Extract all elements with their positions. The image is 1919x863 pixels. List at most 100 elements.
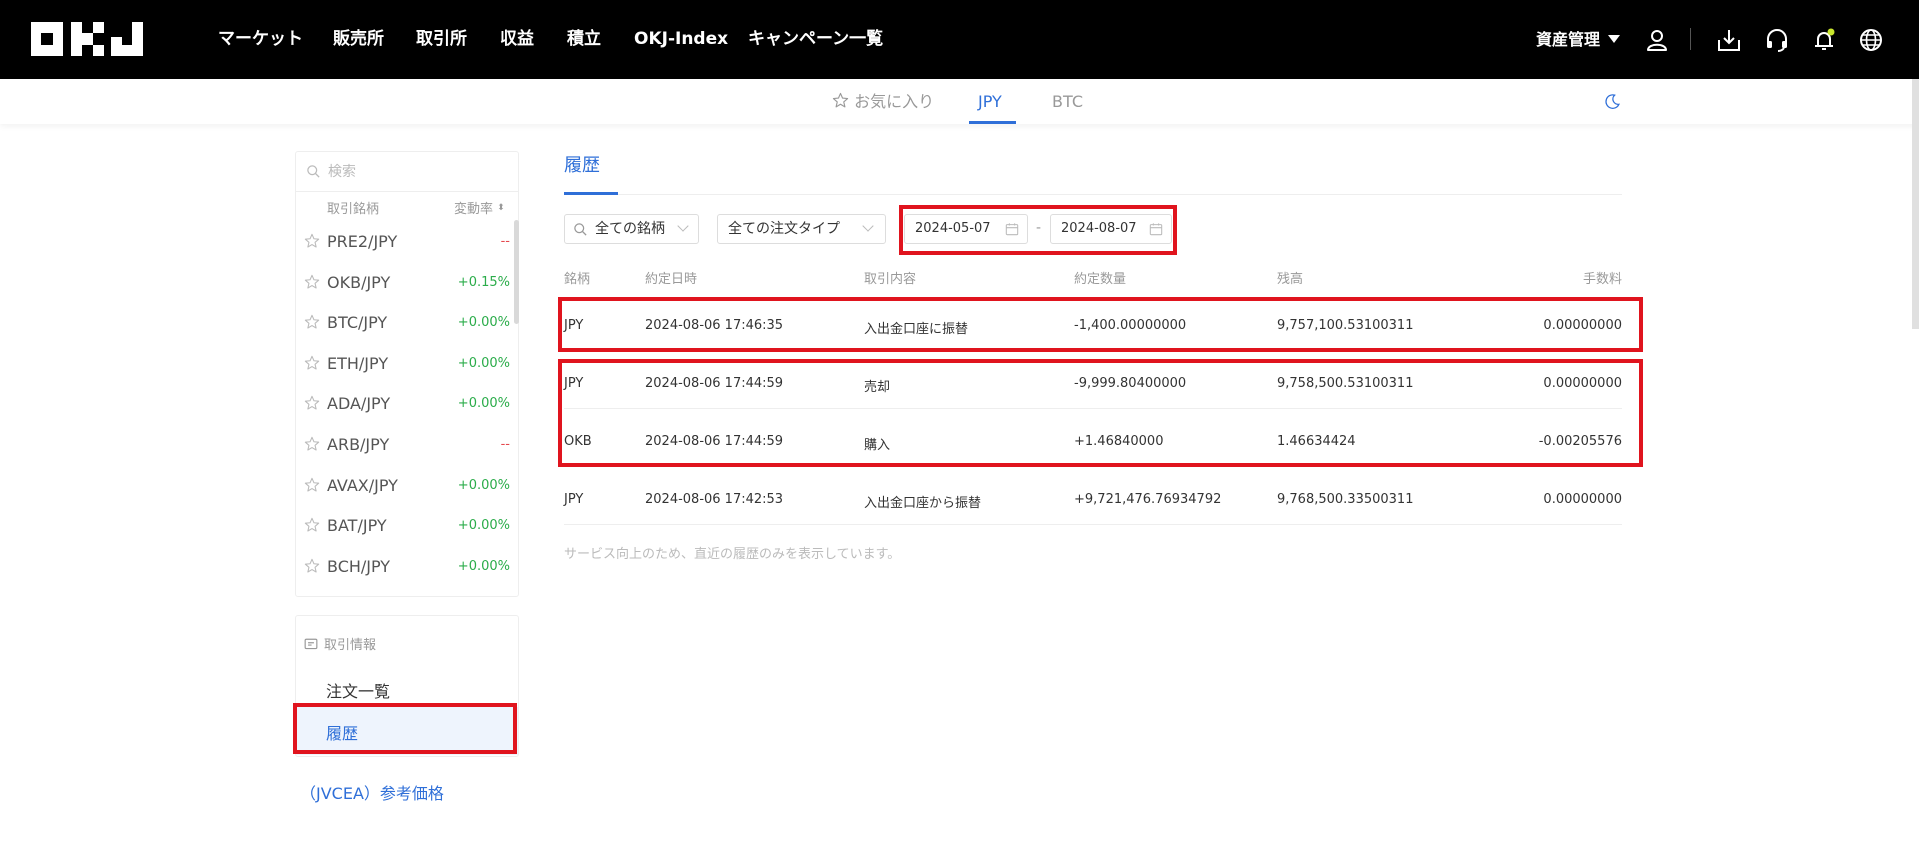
tab-btc[interactable]: BTC [1052, 79, 1083, 124]
nav-okj-index[interactable]: OKJ-Index [634, 0, 728, 79]
message-box-icon [304, 638, 318, 650]
nav-earn[interactable]: 収益 [500, 0, 534, 79]
market-change: -- [500, 234, 510, 249]
market-change: +0.00% [457, 558, 510, 574]
order-type-filter-select[interactable]: 全ての注文タイプ [717, 214, 886, 244]
column-header-change-label: 変動率 [454, 202, 494, 217]
highlight-box-history [293, 703, 517, 754]
favorite-star-icon[interactable] [304, 477, 320, 493]
cell-balance: 9,768,500.33500311 [1277, 492, 1414, 507]
market-change: +0.00% [457, 315, 510, 331]
market-change: +0.00% [457, 355, 510, 371]
favorite-star-icon[interactable] [304, 274, 320, 290]
column-header-pair: 取引銘柄 [327, 202, 380, 217]
table-header-fee: 手数料 [1582, 272, 1622, 287]
market-row[interactable]: PRE2/JPY -- [296, 221, 518, 261]
market-row[interactable]: OKB/JPY +0.15% [296, 262, 518, 302]
nav-accumulate[interactable]: 積立 [567, 0, 601, 79]
search-icon [574, 223, 587, 236]
headset-support-icon[interactable] [1764, 27, 1790, 53]
table-header-balance: 残高 [1277, 272, 1304, 287]
column-header-change[interactable]: 変動率 ⬍ [454, 198, 505, 217]
page-scrollbar[interactable] [1912, 79, 1919, 329]
table-header-quantity: 約定数量 [1074, 272, 1127, 287]
symbol-filter-value: 全ての銘柄 [595, 221, 665, 237]
tab-favorites-label: お気に入り [854, 92, 935, 111]
market-list-scrollbar[interactable] [514, 220, 519, 324]
search-input[interactable] [326, 160, 506, 184]
top-navigation: マーケット 販売所 取引所 収益 積立 OKJ-Index キャンペーン一覧 資… [0, 0, 1919, 79]
download-icon[interactable] [1716, 27, 1742, 53]
sort-icon: ⬍ [497, 203, 505, 213]
market-row[interactable]: BAT/JPY +0.00% [296, 505, 518, 545]
market-row[interactable]: BCH/JPY +0.00% [296, 546, 518, 586]
tab-favorites[interactable]: お気に入り [832, 79, 934, 124]
highlight-box-date-range [899, 205, 1177, 255]
tab-jpy[interactable]: JPY [978, 79, 1002, 124]
star-icon [832, 92, 849, 108]
nav-market[interactable]: マーケット [218, 0, 303, 79]
tab-history[interactable]: 履歴 [564, 151, 600, 177]
favorite-star-icon[interactable] [304, 355, 320, 371]
favorite-star-icon[interactable] [304, 314, 320, 330]
market-pair: ARB/JPY [327, 435, 390, 454]
market-change: -- [500, 437, 510, 452]
okj-logo[interactable] [31, 22, 143, 56]
tab-history-underline [564, 192, 618, 195]
trade-info-title: 取引情報 [304, 634, 376, 653]
market-pair: BCH/JPY [327, 556, 391, 576]
nav-sales-office[interactable]: 販売所 [333, 0, 384, 79]
favorite-star-icon[interactable] [304, 436, 320, 452]
market-change: +0.00% [457, 477, 510, 493]
market-pair: PRE2/JPY [327, 232, 398, 251]
jvcea-reference-price-link[interactable]: （JVCEA）参考価格 [300, 780, 444, 804]
market-row[interactable]: BTC/JPY +0.00% [296, 302, 518, 342]
notification-bell-icon[interactable] [1811, 27, 1837, 53]
history-notice: サービス向上のため、直近の履歴のみを表示しています。 [564, 547, 901, 562]
search-box [296, 152, 518, 192]
cell-symbol: JPY [564, 492, 584, 507]
market-change: +0.15% [457, 274, 510, 290]
row-divider [564, 524, 1622, 525]
market-row[interactable]: ADA/JPY +0.00% [296, 383, 518, 423]
caret-down-icon [1608, 35, 1621, 43]
asset-management-label: 資産管理 [1536, 30, 1601, 49]
tab-divider [564, 194, 1622, 195]
market-list-panel: 取引銘柄 変動率 ⬍ PRE2/JPY -- OKB/JPY +0.15% BTC/JP… [295, 151, 519, 597]
market-pair: ETH/JPY [327, 353, 389, 373]
market-pair: BTC/JPY [327, 313, 388, 333]
order-type-filter-value: 全ての注文タイプ [728, 221, 840, 237]
market-row[interactable]: ARB/JPY -- [296, 424, 518, 464]
search-icon [307, 165, 320, 178]
market-change: +0.00% [457, 396, 510, 412]
asset-management-menu[interactable]: 資産管理 [1536, 0, 1621, 79]
moon-theme-icon[interactable] [1604, 93, 1621, 110]
favorite-star-icon[interactable] [304, 395, 320, 411]
highlight-box-rows-2-3 [558, 359, 1643, 467]
favorite-star-icon[interactable] [304, 233, 320, 249]
market-pair: ADA/JPY [327, 394, 391, 414]
market-row[interactable]: AVAX/JPY +0.00% [296, 465, 518, 505]
globe-language-icon[interactable] [1858, 27, 1884, 53]
market-row[interactable]: ETH/JPY +0.00% [296, 343, 518, 383]
table-header-datetime: 約定日時 [645, 272, 698, 287]
cell-datetime: 2024-08-06 17:42:53 [645, 492, 784, 507]
quote-currency-tabs: お気に入り JPY BTC [0, 79, 1919, 124]
cell-transaction: 入出金口座から振替 [864, 496, 982, 511]
chevron-down-icon [677, 220, 689, 232]
trade-info-title-label: 取引情報 [324, 638, 377, 653]
market-pair: BAT/JPY [327, 516, 387, 536]
favorite-star-icon[interactable] [304, 517, 320, 533]
market-pair: AVAX/JPY [327, 475, 398, 495]
highlight-box-row-1 [558, 297, 1643, 352]
user-icon[interactable] [1644, 27, 1670, 53]
market-pair: OKB/JPY [327, 272, 391, 292]
nav-campaigns[interactable]: キャンペーン一覧 [748, 0, 883, 79]
cell-fee: 0.00000000 [1543, 492, 1622, 507]
tab-jpy-underline [969, 121, 1016, 124]
favorite-star-icon[interactable] [304, 558, 320, 574]
chevron-down-icon [862, 220, 874, 232]
nav-exchange[interactable]: 取引所 [416, 0, 467, 79]
symbol-filter-select[interactable]: 全ての銘柄 [564, 214, 699, 244]
sidebar-item-orders[interactable]: 注文一覧 [326, 678, 390, 702]
